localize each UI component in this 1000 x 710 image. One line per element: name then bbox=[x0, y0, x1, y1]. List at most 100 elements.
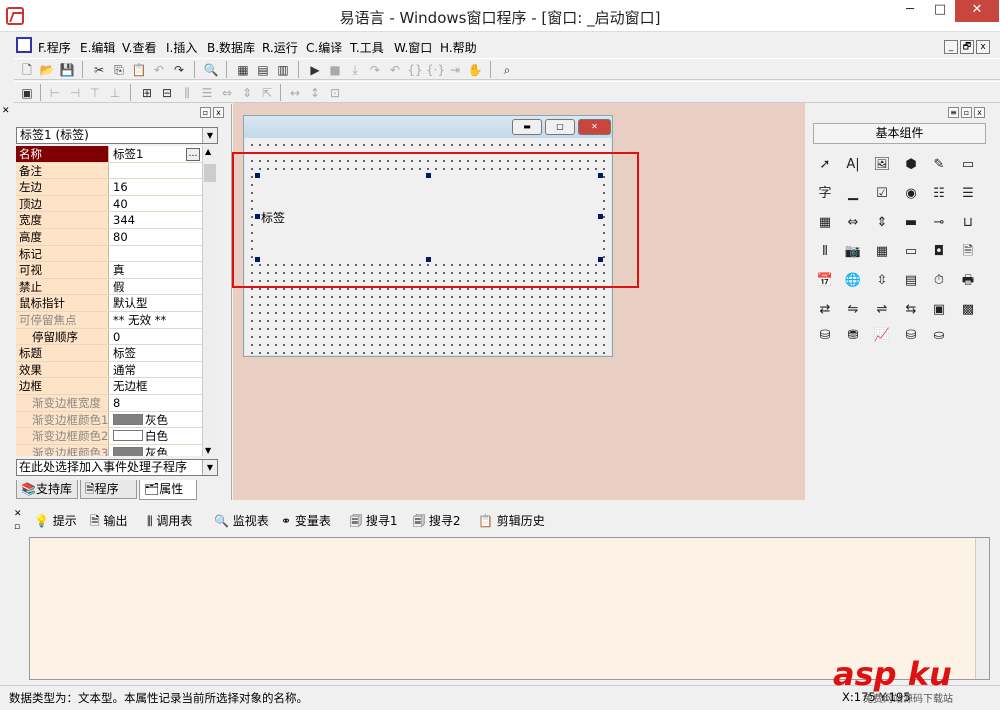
align-right-icon[interactable]: ⊣ bbox=[66, 84, 84, 102]
tab-variables[interactable]: ⚭ 变量表 bbox=[281, 512, 331, 529]
property-value[interactable]: 344 bbox=[111, 212, 202, 228]
property-value[interactable]: 标签 bbox=[111, 345, 202, 361]
panel-pin-button[interactable]: ▫ bbox=[200, 107, 211, 118]
property-value[interactable] bbox=[111, 163, 202, 179]
property-value[interactable] bbox=[111, 246, 202, 262]
breakpoint-icon[interactable]: {·} bbox=[426, 61, 445, 79]
button-icon[interactable]: ▭ bbox=[900, 241, 922, 263]
tab-control-icon[interactable]: ⊔ bbox=[957, 212, 979, 234]
layout-b-icon[interactable]: ▤ bbox=[254, 61, 272, 79]
chart-icon[interactable]: 📈 bbox=[871, 325, 893, 347]
layout-c-icon[interactable]: ▥ bbox=[274, 61, 292, 79]
panel-close-icon[interactable]: ✕ bbox=[14, 509, 22, 519]
tab-search1[interactable]: 🗐 搜寻1 bbox=[350, 512, 397, 533]
scroll-v-icon[interactable]: ⇕ bbox=[871, 212, 893, 234]
open-folder-icon[interactable]: 📂 bbox=[38, 61, 56, 79]
property-row[interactable]: 可停留焦点 ** 无效 ** bbox=[16, 312, 202, 329]
chevron-down-icon[interactable]: ▼ bbox=[202, 128, 217, 143]
copy-icon[interactable]: ⎘ bbox=[110, 61, 128, 79]
shape-icon[interactable]: ⬢ bbox=[900, 154, 922, 176]
form-icon[interactable]: ▣ bbox=[18, 84, 36, 102]
space-horizontal-icon[interactable]: ⫼ bbox=[178, 84, 196, 102]
spin-icon[interactable]: ⇳ bbox=[871, 270, 893, 292]
event-select[interactable]: 在此处选择加入事件处理子程序 ▼ bbox=[16, 459, 218, 476]
property-row[interactable]: 鼠标指针 默认型 bbox=[16, 295, 202, 312]
save-icon[interactable]: 💾 bbox=[58, 61, 76, 79]
property-row[interactable]: 禁止假 bbox=[16, 278, 202, 296]
mdi-close-button[interactable]: x bbox=[976, 40, 990, 54]
tab-program[interactable]: 🗎程序 bbox=[80, 480, 137, 499]
scroll-thumb[interactable] bbox=[204, 164, 216, 182]
mdi-minimize-button[interactable]: _ bbox=[944, 40, 958, 54]
run-to-cursor-icon[interactable]: {} bbox=[406, 61, 424, 79]
property-value[interactable]: 16 bbox=[111, 179, 202, 195]
frame-icon[interactable]: ▣ bbox=[928, 299, 950, 321]
pointer-icon[interactable]: ➚ bbox=[814, 154, 836, 176]
odbc-provider-icon[interactable]: ⛀ bbox=[928, 325, 950, 347]
property-row[interactable]: 边框 无边框 bbox=[16, 378, 202, 395]
menu-help[interactable]: H.帮助 bbox=[440, 39, 477, 56]
tab-search2[interactable]: 🗐 搜寻2 bbox=[413, 512, 460, 533]
property-row[interactable]: 渐变边框颜色3 灰色 bbox=[16, 444, 202, 456]
text-icon[interactable]: 字 bbox=[814, 183, 836, 205]
grid-icon[interactable]: ⊡ bbox=[326, 84, 344, 102]
cut-icon[interactable]: ✂ bbox=[90, 61, 108, 79]
property-value[interactable]: 8 bbox=[111, 395, 202, 411]
property-value[interactable]: 无边框 bbox=[111, 378, 202, 394]
center-vertical-icon[interactable]: ⊟ bbox=[158, 84, 176, 102]
panel-close-button[interactable]: x bbox=[213, 107, 224, 118]
panel-pin-icon[interactable]: ▫ bbox=[14, 522, 20, 532]
same-width-icon[interactable]: ⇔ bbox=[218, 84, 236, 102]
printer-icon[interactable]: 🖶 bbox=[957, 270, 979, 292]
property-value[interactable]: 通常 bbox=[111, 362, 202, 378]
step-over-icon[interactable]: ↷ bbox=[366, 61, 384, 79]
globe-icon[interactable]: 🌐 bbox=[842, 270, 864, 292]
tab-output[interactable]: 🗎 输出 bbox=[90, 512, 128, 533]
data-source-icon[interactable]: ⛁ bbox=[814, 325, 836, 347]
panel-close-button[interactable]: x bbox=[974, 107, 985, 118]
label-tool-icon[interactable]: A| bbox=[842, 154, 864, 176]
network-icon[interactable]: ⇄ bbox=[814, 299, 836, 321]
align-top-icon[interactable]: ⊤ bbox=[86, 84, 104, 102]
checkbox-icon[interactable]: ☑ bbox=[871, 183, 893, 205]
space-vertical-icon[interactable]: ☰ bbox=[198, 84, 216, 102]
property-row[interactable]: 渐变边框颜色1 灰色 bbox=[16, 411, 202, 429]
property-value[interactable]: 灰色 bbox=[111, 445, 202, 456]
image-box-icon[interactable]: 🖼 bbox=[871, 154, 893, 176]
menu-compile[interactable]: C.编译 bbox=[306, 39, 342, 56]
timer-icon[interactable]: ⏱ bbox=[928, 270, 950, 292]
listbox-icon[interactable]: ☷ bbox=[928, 183, 950, 205]
mdi-restore-button[interactable]: 🗗 bbox=[960, 40, 974, 54]
redo-icon[interactable]: ↷ bbox=[170, 61, 188, 79]
server-icon[interactable]: ⇌ bbox=[871, 299, 893, 321]
tab-properties[interactable]: 🗂属性 bbox=[139, 480, 197, 500]
property-row[interactable]: 标题 标签 bbox=[16, 345, 202, 362]
watch-icon[interactable]: ⇥ bbox=[446, 61, 464, 79]
slider-icon[interactable]: ⊸ bbox=[928, 212, 950, 234]
minimize-button[interactable]: ─ bbox=[895, 0, 925, 22]
step-into-icon[interactable]: ⤓ bbox=[346, 61, 364, 79]
gif-icon[interactable]: ◘ bbox=[928, 241, 950, 263]
database-icon[interactable]: ⛃ bbox=[842, 325, 864, 347]
menu-tools[interactable]: T.工具 bbox=[350, 39, 384, 56]
drawing-board-icon[interactable]: ✎ bbox=[928, 154, 950, 176]
property-row[interactable]: 渐变边框颜色2 白色 bbox=[16, 428, 202, 445]
tab-clip-history[interactable]: 📋 剪辑历史 bbox=[478, 512, 545, 529]
property-value[interactable]: 灰色 bbox=[111, 412, 202, 428]
client-icon[interactable]: ⇋ bbox=[842, 299, 864, 321]
edit-box-icon[interactable]: ▁ bbox=[842, 183, 864, 205]
property-row[interactable]: 备注 bbox=[16, 162, 202, 180]
tab-call-stack[interactable]: ⫼ 调用表 bbox=[147, 512, 192, 529]
same-size-icon[interactable]: ⇱ bbox=[258, 84, 276, 102]
progress-icon[interactable]: ▬ bbox=[900, 212, 922, 234]
basic-components-header[interactable]: 基本组件 bbox=[813, 123, 986, 144]
same-height-icon[interactable]: ⇕ bbox=[238, 84, 256, 102]
stop-icon[interactable]: ■ bbox=[326, 61, 344, 79]
menu-window[interactable]: W.窗口 bbox=[394, 39, 432, 56]
chevron-down-icon[interactable]: ▼ bbox=[202, 460, 217, 475]
property-value[interactable]: 80 bbox=[111, 229, 202, 245]
panel-menu-button[interactable]: ≡ bbox=[948, 107, 959, 118]
undo-icon[interactable]: ↶ bbox=[150, 61, 168, 79]
menu-database[interactable]: B.数据库 bbox=[207, 39, 255, 56]
calendar-icon[interactable]: 📅 bbox=[814, 270, 836, 292]
